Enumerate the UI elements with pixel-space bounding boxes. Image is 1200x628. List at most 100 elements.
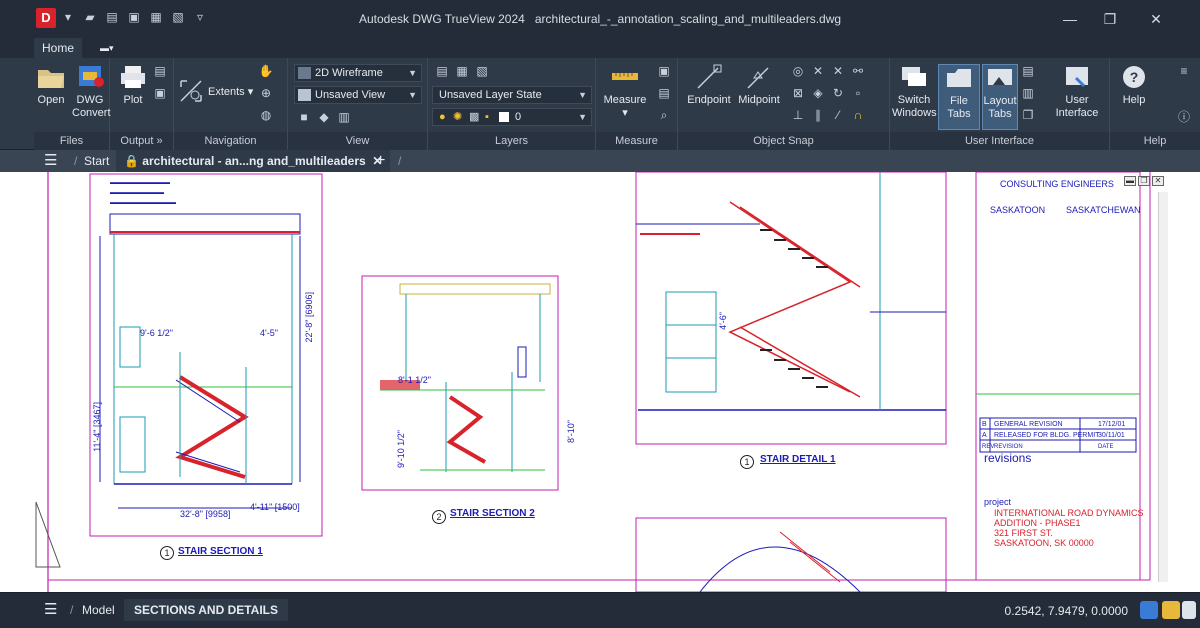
chevron-down-icon[interactable]: ▾ bbox=[60, 10, 76, 24]
node-snap-icon[interactable]: ⊠ bbox=[790, 86, 806, 100]
chevron-down-icon: ▼ bbox=[578, 112, 587, 122]
hamburger-menu-icon[interactable]: ☰ bbox=[44, 150, 57, 172]
project-line-2: ADDITION - PHASE1 bbox=[994, 518, 1081, 528]
cascade-icon[interactable]: ❐ bbox=[1020, 108, 1036, 122]
plot-button[interactable]: Plot bbox=[118, 64, 148, 107]
tangent-snap-icon[interactable]: ↻ bbox=[830, 86, 846, 100]
title-bar: D ▾ ▰ ▤ ▣ ▦ ▧ ▿ Autodesk DWG TrueView 20… bbox=[0, 0, 1200, 38]
navigation-bar[interactable] bbox=[1158, 192, 1168, 582]
tab-home[interactable]: Home bbox=[34, 38, 83, 58]
measure-button[interactable]: Measure ▾ bbox=[602, 64, 648, 120]
annotation-scale-icon[interactable] bbox=[1162, 601, 1180, 619]
id-point-icon[interactable]: ▣ bbox=[656, 64, 672, 78]
viewport-stair-section-1[interactable] bbox=[89, 173, 323, 537]
layer-properties-icon[interactable]: ▤ bbox=[434, 64, 450, 78]
batch-plot-icon[interactable]: ▤ bbox=[152, 64, 168, 78]
extents-icon[interactable] bbox=[178, 78, 204, 104]
tile-vertical-icon[interactable]: ▥ bbox=[1020, 86, 1036, 100]
insertion-snap-icon[interactable]: ▫ bbox=[850, 86, 866, 100]
layout-menu-icon[interactable]: ☰ bbox=[44, 600, 57, 618]
file-tabs-icon bbox=[947, 69, 971, 87]
viewport-stair-detail-1[interactable] bbox=[635, 172, 947, 445]
firm-city: SASKATOON bbox=[990, 205, 1046, 215]
printer-icon bbox=[121, 66, 145, 88]
info-icon[interactable]: ⓘ bbox=[1176, 110, 1192, 124]
orbit-icon[interactable]: ⊕ bbox=[258, 86, 274, 100]
help-label: Help bbox=[1122, 94, 1146, 106]
area-icon[interactable]: ▤ bbox=[656, 86, 672, 100]
restore-button[interactable]: ❐ bbox=[1090, 6, 1130, 32]
intersection-snap-icon[interactable]: ✕ bbox=[810, 64, 826, 78]
perpendicular-snap-icon[interactable]: ⊥ bbox=[790, 108, 806, 122]
named-view-dropdown[interactable]: Unsaved View ▼ bbox=[294, 86, 422, 104]
layer-dropdown[interactable]: ● ✺ ▩ ▪ 0 ▼ bbox=[432, 108, 592, 126]
midbetween-icon[interactable]: ⚯ bbox=[850, 64, 866, 78]
apparent-intersection-icon[interactable]: ✕ bbox=[830, 64, 846, 78]
visual-style-dropdown[interactable]: 2D Wireframe ▼ bbox=[294, 64, 422, 82]
rev-a-letter: A bbox=[982, 432, 987, 439]
new-tab-button[interactable]: + bbox=[376, 150, 385, 172]
tile-horizontal-icon[interactable]: ▤ bbox=[1020, 64, 1036, 78]
midpoint-button[interactable]: Midpoint bbox=[736, 64, 782, 107]
panel-display-toggle[interactable]: ▬▾ bbox=[92, 38, 122, 58]
viewport-partial-bottom[interactable] bbox=[635, 517, 947, 592]
panel-layers-title: Layers bbox=[428, 132, 595, 150]
endpoint-label: Endpoint bbox=[687, 94, 731, 106]
extents-label: Extents bbox=[208, 86, 245, 98]
plot-icon[interactable]: ▣ bbox=[126, 10, 142, 24]
snap-settings-icon[interactable]: ∩ bbox=[850, 108, 866, 122]
minimize-button[interactable]: — bbox=[1050, 6, 1090, 32]
quick-measure-icon[interactable]: ⌕ bbox=[656, 108, 672, 122]
menu-lines-icon[interactable]: ≡ bbox=[1176, 64, 1192, 78]
extents-dropdown[interactable]: Extents ▾ bbox=[208, 86, 253, 99]
user-interface-button[interactable]: User Interface bbox=[1050, 64, 1104, 120]
pan-hand-icon[interactable]: ✋ bbox=[258, 64, 274, 78]
expander-icon[interactable]: » bbox=[156, 135, 162, 147]
layer-previous-icon[interactable]: ▧ bbox=[474, 64, 490, 78]
endpoint-button[interactable]: Endpoint bbox=[684, 64, 734, 107]
navbar-icon[interactable]: ◆ bbox=[316, 110, 332, 124]
quadrant-snap-icon[interactable]: ◈ bbox=[810, 86, 826, 100]
customize-qat-icon[interactable]: ▿ bbox=[192, 10, 208, 24]
panel-output-title: Output » bbox=[110, 132, 173, 150]
viewport-lock-icon[interactable] bbox=[1140, 601, 1158, 619]
dwg-convert-button[interactable]: DWG Convert bbox=[72, 64, 111, 120]
layout-tabs-button[interactable]: Layout Tabs bbox=[982, 64, 1018, 130]
open-folder-icon[interactable]: ▰ bbox=[82, 10, 98, 24]
viewport-close-button[interactable]: ✕ bbox=[1152, 176, 1164, 186]
layout-tabs-label-1: Layout bbox=[983, 95, 1017, 107]
extension-snap-icon[interactable]: ⁄ bbox=[830, 108, 846, 122]
layer-state-dropdown[interactable]: Unsaved Layer State ▼ bbox=[432, 86, 592, 104]
layer-match-icon[interactable]: ▦ bbox=[454, 64, 470, 78]
user-interface-label-2: Interface bbox=[1055, 107, 1099, 119]
drawing-canvas[interactable]: ▬▬▬▬▬▬▬▬▬▬ ▬▬▬▬▬▬▬▬▬ ▬▬▬▬▬▬▬▬▬▬▬ 9'-6 1/2"… bbox=[0, 172, 1200, 592]
ucs-icon[interactable]: ▥ bbox=[336, 110, 352, 124]
viewcube-icon[interactable]: ■ bbox=[296, 110, 312, 124]
tab-start[interactable]: Start bbox=[84, 150, 109, 172]
parallel-snap-icon[interactable]: ∥ bbox=[810, 108, 826, 122]
file-tabs-button[interactable]: File Tabs bbox=[938, 64, 980, 130]
view-swatch-icon bbox=[298, 89, 311, 101]
user-interface-icon bbox=[1066, 67, 1088, 88]
chevron-down-icon: ▼ bbox=[578, 90, 587, 100]
switch-windows-button[interactable]: Switch Windows bbox=[892, 64, 937, 120]
open-button[interactable]: Open bbox=[36, 64, 66, 107]
tab-layout-sections[interactable]: SECTIONS AND DETAILS bbox=[124, 599, 289, 621]
project-line-1: INTERNATIONAL ROAD DYNAMICS bbox=[994, 508, 1144, 518]
showmotion-icon[interactable]: ◍ bbox=[258, 108, 274, 122]
app-title: Autodesk DWG TrueView 2024 bbox=[358, 12, 525, 26]
viewport-minimize-button[interactable]: ▬ bbox=[1124, 176, 1136, 186]
viewport-restore-button[interactable]: ❐ bbox=[1138, 176, 1150, 186]
tab-model[interactable]: Model bbox=[82, 603, 115, 617]
convert-icon[interactable]: ▤ bbox=[104, 10, 120, 24]
print-preview-icon[interactable]: ▧ bbox=[170, 10, 186, 24]
lightbulb-icon: ● bbox=[439, 111, 446, 123]
center-snap-icon[interactable]: ◎ bbox=[790, 64, 806, 78]
preview-icon[interactable]: ▣ bbox=[152, 86, 168, 100]
fullscreen-icon[interactable] bbox=[1182, 601, 1196, 619]
tab-active-drawing[interactable]: 🔒 architectural - an...ng and_multileade… bbox=[116, 150, 391, 172]
batch-plot-icon[interactable]: ▦ bbox=[148, 10, 164, 24]
close-button[interactable]: ✕ bbox=[1136, 6, 1176, 32]
app-logo[interactable]: D bbox=[36, 8, 56, 28]
help-button[interactable]: ? Help bbox=[1114, 64, 1154, 107]
